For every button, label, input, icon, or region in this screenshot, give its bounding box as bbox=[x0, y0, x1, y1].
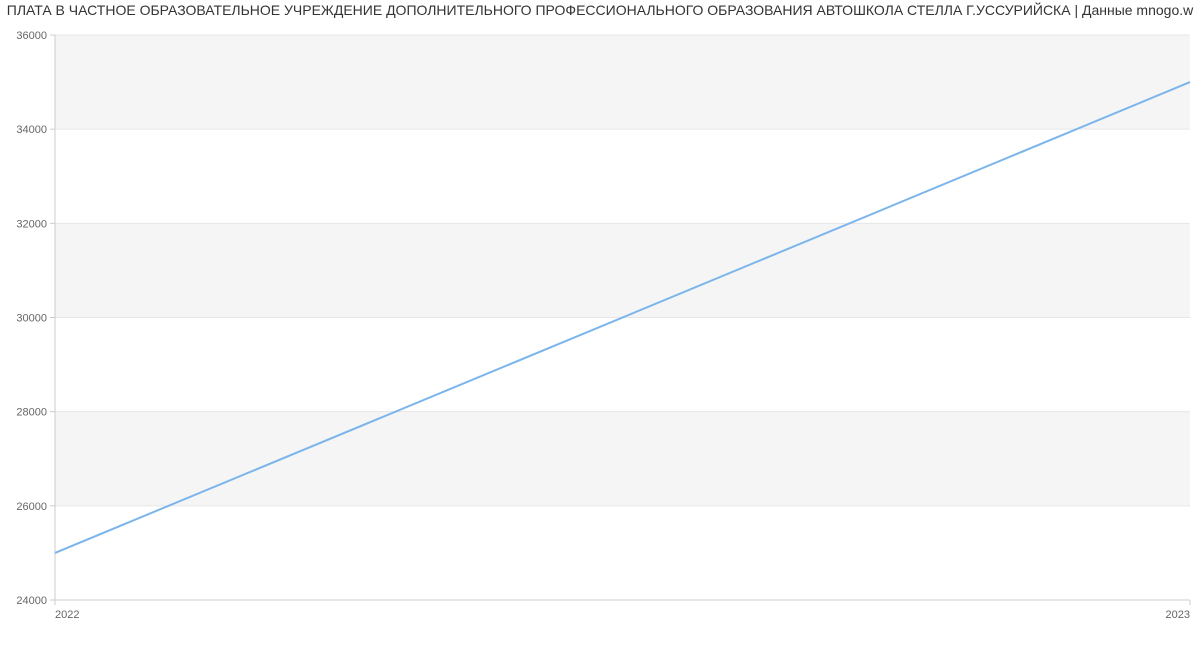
chart-plot: 24000 26000 28000 30000 32000 34000 36000 2022 2… bbox=[0, 0, 1200, 650]
svg-text:28000: 28000 bbox=[16, 407, 47, 419]
svg-text:2022: 2022 bbox=[55, 609, 79, 621]
svg-text:32000: 32000 bbox=[16, 218, 47, 230]
chart-title: ПЛАТА В ЧАСТНОЕ ОБРАЗОВАТЕЛЬНОЕ УЧРЕЖДЕН… bbox=[0, 2, 1200, 18]
svg-text:26000: 26000 bbox=[16, 501, 47, 513]
svg-text:24000: 24000 bbox=[16, 595, 47, 607]
svg-text:36000: 36000 bbox=[16, 30, 47, 42]
svg-text:34000: 34000 bbox=[16, 124, 47, 136]
svg-text:30000: 30000 bbox=[16, 313, 47, 325]
chart-container: ПЛАТА В ЧАСТНОЕ ОБРАЗОВАТЕЛЬНОЕ УЧРЕЖДЕН… bbox=[0, 0, 1200, 650]
svg-text:2023: 2023 bbox=[1166, 609, 1190, 621]
